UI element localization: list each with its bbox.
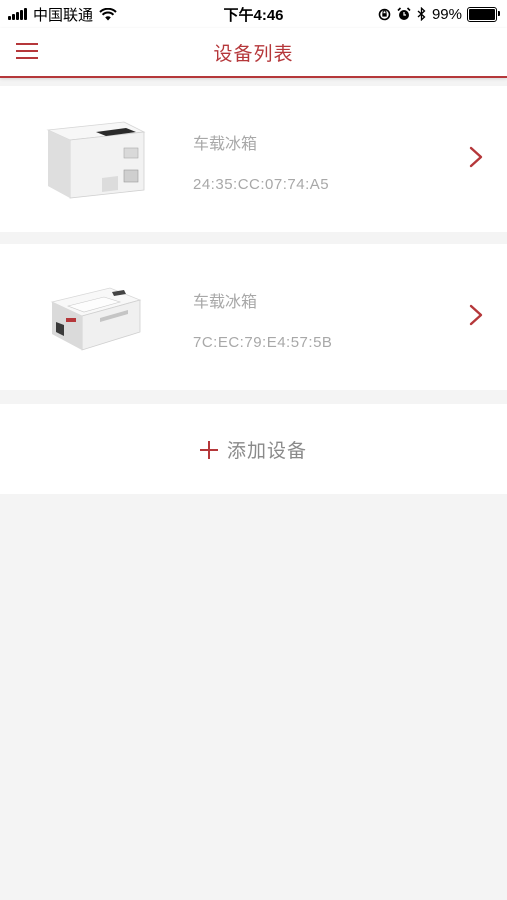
chevron-right-icon: [469, 146, 483, 168]
device-mac: 7C:EC:79:E4:57:5B: [193, 334, 333, 351]
device-name: 车载冰箱: [193, 134, 258, 153]
battery-percent: 99%: [431, 5, 462, 23]
bluetooth-icon: [417, 7, 426, 21]
battery-icon: [467, 6, 500, 22]
nav-bar: 设备列表: [0, 28, 507, 78]
orientation-lock-icon: [378, 8, 391, 20]
device-name: 车载冰箱: [193, 292, 258, 311]
status-bar: 中国联通 下午4:46 99%: [0, 0, 507, 28]
device-card[interactable]: 车载冰箱 7C:EC:79:E4:57:5B: [0, 244, 507, 390]
status-right: 99%: [372, 4, 500, 24]
car-fridge-chest-image: [50, 287, 142, 351]
page-title: 设备列表: [213, 43, 294, 65]
device-mac: 24:35:CC:07:74:A5: [193, 176, 330, 193]
car-fridge-upright-image: [46, 121, 146, 199]
plus-icon: [199, 440, 218, 459]
add-device-label: 添加设备: [226, 440, 307, 462]
chevron-right-icon: [469, 304, 483, 326]
device-card[interactable]: 车载冰箱 24:35:CC:07:74:A5: [0, 86, 507, 232]
add-device-content: 添加设备: [0, 436, 507, 463]
add-device-button[interactable]: 添加设备: [0, 404, 507, 494]
alarm-icon: [397, 7, 411, 20]
battery-fill: [469, 8, 495, 20]
